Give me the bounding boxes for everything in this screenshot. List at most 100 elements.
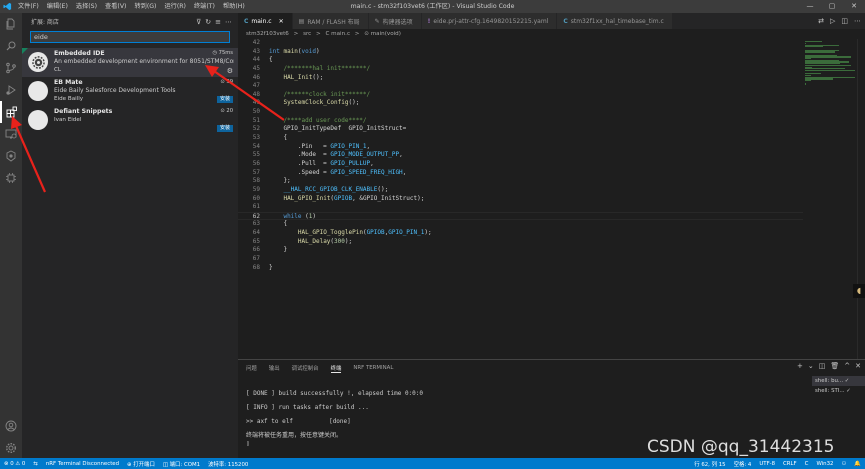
extensions-search-input[interactable]: eide — [30, 31, 230, 43]
menu-edit[interactable]: 编辑(E) — [43, 0, 72, 13]
more-actions-icon[interactable]: ⋯ — [854, 17, 861, 25]
minimap[interactable] — [805, 39, 860, 99]
chip-icon[interactable] — [0, 167, 22, 189]
indentation-status[interactable]: 空格: 4 — [730, 460, 756, 468]
refresh-icon[interactable]: ↻ — [205, 18, 211, 26]
maximize-button[interactable]: ▢ — [821, 0, 843, 13]
extensions-icon[interactable] — [0, 101, 22, 123]
code-line[interactable]: 46 HAL_Init(); — [238, 74, 803, 83]
notifications-icon[interactable]: 🔔 — [850, 461, 865, 467]
kill-terminal-icon[interactable]: 🗑 — [830, 362, 839, 370]
code-line[interactable]: 57 .Speed = GPIO_SPEED_FREQ_HIGH, — [238, 169, 803, 178]
breadcrumb-file[interactable]: C main.c — [326, 31, 351, 37]
code-line[interactable]: 52 GPIO_InitTypeDef GPIO_InitStruct= — [238, 125, 803, 134]
panel-tab-output[interactable]: 输出 — [269, 364, 280, 372]
encoding-status[interactable]: UTF-8 — [755, 461, 779, 467]
menu-file[interactable]: 文件(F) — [14, 0, 43, 13]
new-terminal-icon[interactable]: + — [797, 362, 803, 370]
code-line[interactable]: 64 HAL_GPIO_TogglePin(GPIOB,GPIO_PIN_1); — [238, 229, 803, 238]
remote-explorer-icon[interactable] — [0, 123, 22, 145]
menu-run[interactable]: 运行(R) — [160, 0, 190, 13]
language-mode[interactable]: C — [801, 461, 813, 467]
code-line[interactable]: 66 } — [238, 246, 803, 255]
code-line[interactable]: 67 — [238, 255, 803, 264]
code-line[interactable]: 61 — [238, 203, 803, 212]
open-port-button[interactable]: ⊕ 打开端口 — [123, 460, 159, 468]
code-line[interactable]: 68} — [238, 264, 803, 273]
more-actions-icon[interactable]: ⋯ — [225, 18, 232, 26]
minimize-button[interactable]: — — [799, 0, 821, 13]
split-terminal-icon[interactable]: ◫ — [819, 362, 826, 370]
panel-tab-nrf-terminal[interactable]: NRF TERMINAL — [353, 365, 393, 371]
eol-status[interactable]: CRLF — [779, 461, 801, 467]
code-line[interactable]: 65 HAL_Delay(300); — [238, 238, 803, 247]
tab-ram-flash-layout[interactable]: ▤ RAM / FLASH 布局 — [292, 13, 369, 29]
install-button[interactable]: 安装 — [216, 96, 233, 103]
code-line[interactable]: 47 — [238, 82, 803, 91]
clear-icon[interactable]: ≡ — [215, 18, 221, 26]
extension-item-embedded-ide[interactable]: Embedded IDE An embedded development env… — [22, 48, 238, 77]
code-line[interactable]: 51 /****add user code****/ — [238, 117, 803, 126]
baud-rate-status[interactable]: 波特率: 115200 — [204, 460, 252, 468]
account-icon[interactable] — [0, 415, 22, 437]
extension-manage-gear-icon[interactable]: ⚙ — [227, 67, 233, 75]
side-panel-toggle-icon[interactable]: ◖ — [853, 284, 865, 298]
code-line[interactable]: 42 — [238, 39, 803, 48]
menu-go[interactable]: 转到(G) — [130, 0, 160, 13]
close-icon[interactable]: ✕ — [279, 18, 284, 25]
breadcrumb-project[interactable]: stm32f103vet6 — [246, 31, 289, 37]
code-line[interactable]: 59 __HAL_RCC_GPIOB_CLK_ENABLE(); — [238, 186, 803, 195]
code-line[interactable]: 62 while (1) — [238, 211, 803, 221]
code-line[interactable]: 49 SystemClock_Config(); — [238, 99, 803, 108]
terminal-dropdown-icon[interactable]: ⌄ — [808, 362, 814, 370]
panel-tab-problems[interactable]: 问题 — [246, 364, 257, 372]
code-line[interactable]: 45 /*******hal init*******/ — [238, 65, 803, 74]
nrf-terminal-status[interactable]: nRF Terminal Disconnected — [42, 461, 123, 467]
code-line[interactable]: 50 — [238, 108, 803, 117]
port-status[interactable]: ◫ 端口: COM1 — [159, 460, 204, 468]
breadcrumb-symbol[interactable]: ⊙ main(void) — [364, 31, 401, 37]
code-line[interactable]: 63 { — [238, 220, 803, 229]
search-icon[interactable] — [0, 35, 22, 57]
source-control-icon[interactable] — [0, 57, 22, 79]
split-editor-icon[interactable]: ◫ — [841, 17, 848, 25]
run-debug-icon[interactable] — [0, 79, 22, 101]
platform-status[interactable]: Win32 — [812, 461, 837, 467]
code-line[interactable]: 54 .Pin = GPIO_PIN_1, — [238, 143, 803, 152]
filter-icon[interactable]: ⊽ — [196, 18, 201, 26]
eide-icon[interactable] — [0, 145, 22, 167]
manage-gear-icon[interactable] — [0, 437, 22, 459]
feedback-icon[interactable]: ⚇ — [837, 461, 850, 467]
code-line[interactable]: 55 .Mode = GPIO_MODE_OUTPUT_PP, — [238, 151, 803, 160]
code-line[interactable]: 53 { — [238, 134, 803, 143]
explorer-icon[interactable] — [0, 13, 22, 35]
menu-help[interactable]: 帮助(H) — [219, 0, 249, 13]
cursor-position[interactable]: 行 62, 列 15 — [690, 460, 729, 468]
install-button[interactable]: 安装 — [216, 125, 233, 132]
menu-selection[interactable]: 选择(S) — [72, 0, 101, 13]
editor-scrollbar[interactable] — [857, 39, 865, 359]
terminal-instance[interactable]: shell: STI... ✓ — [812, 386, 865, 396]
code-editor[interactable]: 42 43 int main(void) 44 {45 /*******hal init… — [238, 39, 803, 359]
extension-item-eb-mate[interactable]: EB Mate Eide Baily Salesforce Developmen… — [22, 77, 238, 106]
sync-status[interactable]: ⇆ — [29, 461, 42, 467]
tab-main-c[interactable]: C main.c ✕ — [238, 13, 293, 29]
breadcrumb-folder[interactable]: src — [303, 31, 311, 37]
menu-terminal[interactable]: 终端(T) — [190, 0, 219, 13]
code-line[interactable]: 56 .Pull = GPIO_PULLUP, — [238, 160, 803, 169]
menu-view[interactable]: 查看(V) — [101, 0, 130, 13]
extension-item-defiant-snippets[interactable]: Defiant Snippets Ivan Eidel ⊙ 20 安装 — [22, 106, 238, 135]
maximize-panel-icon[interactable]: ^ — [844, 362, 850, 370]
panel-tab-terminal[interactable]: 终端 — [330, 364, 342, 373]
code-line[interactable]: 48 /******clock init******/ — [238, 91, 803, 100]
tab-builder-options[interactable]: ✎ 构建器选项 — [368, 13, 422, 29]
terminal-instance[interactable]: shell: bu... ✓ — [812, 376, 865, 386]
code-line[interactable]: 58 }; — [238, 177, 803, 186]
code-line[interactable]: 60 HAL_GPIO_Init(GPIOB, &GPIO_InitStruct… — [238, 195, 803, 204]
code-line[interactable]: 44 { — [238, 56, 803, 65]
panel-tab-debug-console[interactable]: 调试控制台 — [292, 364, 319, 372]
problems-status[interactable]: ⊗ 0 ⚠ 0 — [0, 461, 29, 467]
close-panel-icon[interactable]: ✕ — [855, 362, 861, 370]
tab-timebase-c[interactable]: C stm32f1xx_hal_timebase_tim.c — [557, 13, 673, 29]
code-line[interactable]: 43 int main(void) — [238, 48, 803, 57]
